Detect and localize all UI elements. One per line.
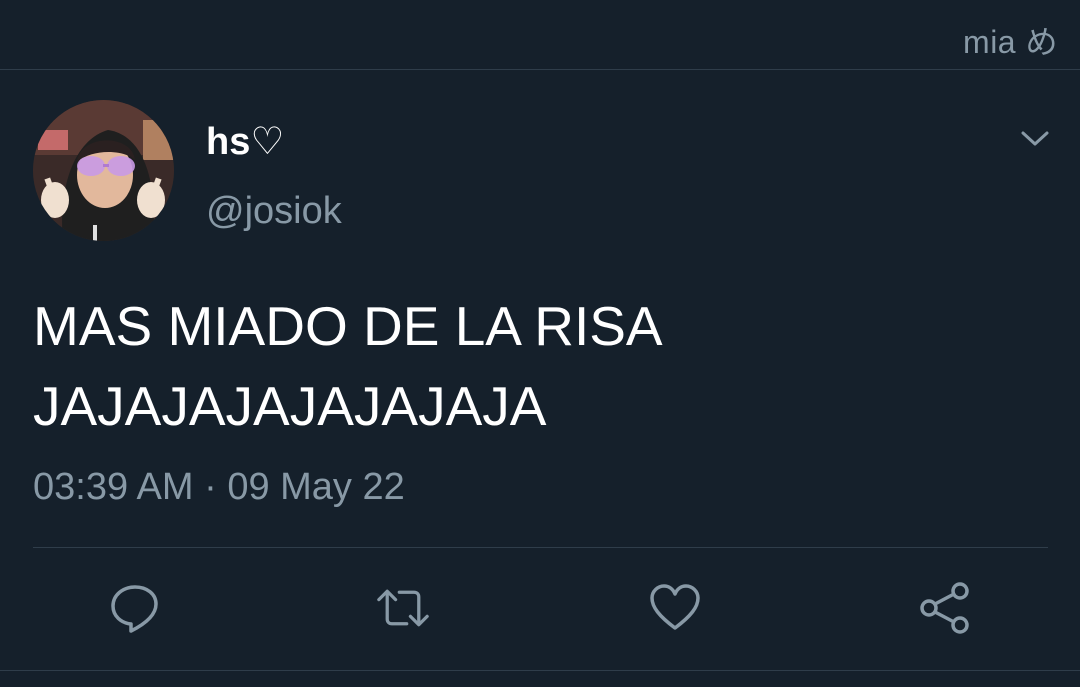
reply-icon — [111, 585, 158, 633]
tweet-text-line: JAJAJAJAJAJAJAJA — [33, 375, 547, 437]
chevron-down-icon[interactable] — [1018, 126, 1052, 150]
reply-button[interactable] — [109, 582, 161, 634]
like-button[interactable] — [649, 582, 701, 634]
divider — [0, 670, 1080, 671]
avatar-image — [33, 100, 174, 241]
avatar[interactable] — [33, 100, 174, 241]
tweet-text-line: MAS MIADO DE LA RISA — [33, 295, 663, 357]
divider — [33, 547, 1048, 548]
retweet-button[interactable] — [377, 582, 429, 634]
top-bar: mia め — [0, 0, 1080, 70]
heart-icon — [650, 584, 700, 630]
tweet-timestamp[interactable]: 03:39 AM · 09 May 22 — [33, 466, 405, 509]
user-handle[interactable]: @josiok — [206, 190, 342, 233]
display-name[interactable]: hs♡ — [206, 119, 284, 164]
share-button[interactable] — [919, 582, 971, 634]
share-icon — [920, 582, 969, 634]
tweet-text: MAS MIADO DE LA RISA JAJAJAJAJAJAJAJA — [33, 286, 1033, 446]
retweet-icon — [377, 589, 429, 627]
tweet-detail-page: mia め hs♡ @josiok MAS MIADO DE LA RISA J… — [0, 0, 1080, 687]
account-name[interactable]: mia め — [963, 17, 1058, 63]
